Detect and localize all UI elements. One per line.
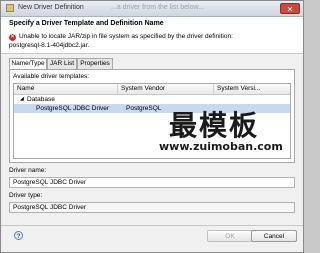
- driver-type-label: Driver type:: [9, 192, 43, 199]
- header-title: Specify a Driver Template and Definition…: [9, 20, 164, 27]
- row-name: PostgreSQL JDBC Driver: [36, 105, 110, 112]
- driver-name-field[interactable]: PostgreSQL JDBC Driver: [9, 177, 295, 188]
- title-bar[interactable]: New Driver Definition ...a driver from t…: [1, 1, 303, 17]
- error-message-line1: Unable to locate JAR/zip in file system …: [19, 33, 233, 40]
- error-message-line2: postgresql-8.1-404jdbc2.jar.: [9, 42, 90, 49]
- available-templates-label: Available driver templates:: [13, 73, 90, 80]
- window-title: New Driver Definition: [18, 4, 84, 11]
- ok-button[interactable]: OK: [207, 230, 253, 242]
- wizard-header: Specify a Driver Template and Definition…: [1, 17, 303, 54]
- error-icon: ×: [9, 34, 16, 41]
- watermark-logo: 最模板: [169, 109, 260, 142]
- help-icon[interactable]: ?: [14, 231, 23, 240]
- driver-type-field: PostgreSQL JDBC Driver: [9, 202, 295, 213]
- tree-row-database[interactable]: ◢ Database: [14, 95, 290, 104]
- close-icon[interactable]: ✕: [280, 3, 300, 14]
- column-system-vendor[interactable]: System Vendor: [118, 84, 214, 94]
- app-icon: [6, 4, 14, 12]
- new-driver-definition-dialog: New Driver Definition ...a driver from t…: [0, 0, 304, 253]
- tab-jar-list[interactable]: JAR List: [47, 58, 77, 69]
- driver-name-label: Driver name:: [9, 167, 47, 174]
- watermark-url: www.zuimoban.com: [159, 140, 283, 153]
- column-system-version[interactable]: System Versi...: [214, 84, 290, 94]
- tree-header: Name System Vendor System Versi...: [14, 84, 290, 95]
- title-bar-ghost-text: ...a driver from the list below...: [111, 4, 204, 11]
- cancel-button[interactable]: Cancel: [251, 230, 297, 242]
- group-label: Database: [27, 96, 55, 103]
- footer-separator: [1, 225, 303, 226]
- column-name[interactable]: Name: [14, 84, 118, 94]
- expand-toggle-icon[interactable]: ◢: [20, 95, 24, 104]
- tab-properties[interactable]: Properties: [77, 58, 113, 69]
- row-vendor: PostgreSQL: [126, 105, 162, 112]
